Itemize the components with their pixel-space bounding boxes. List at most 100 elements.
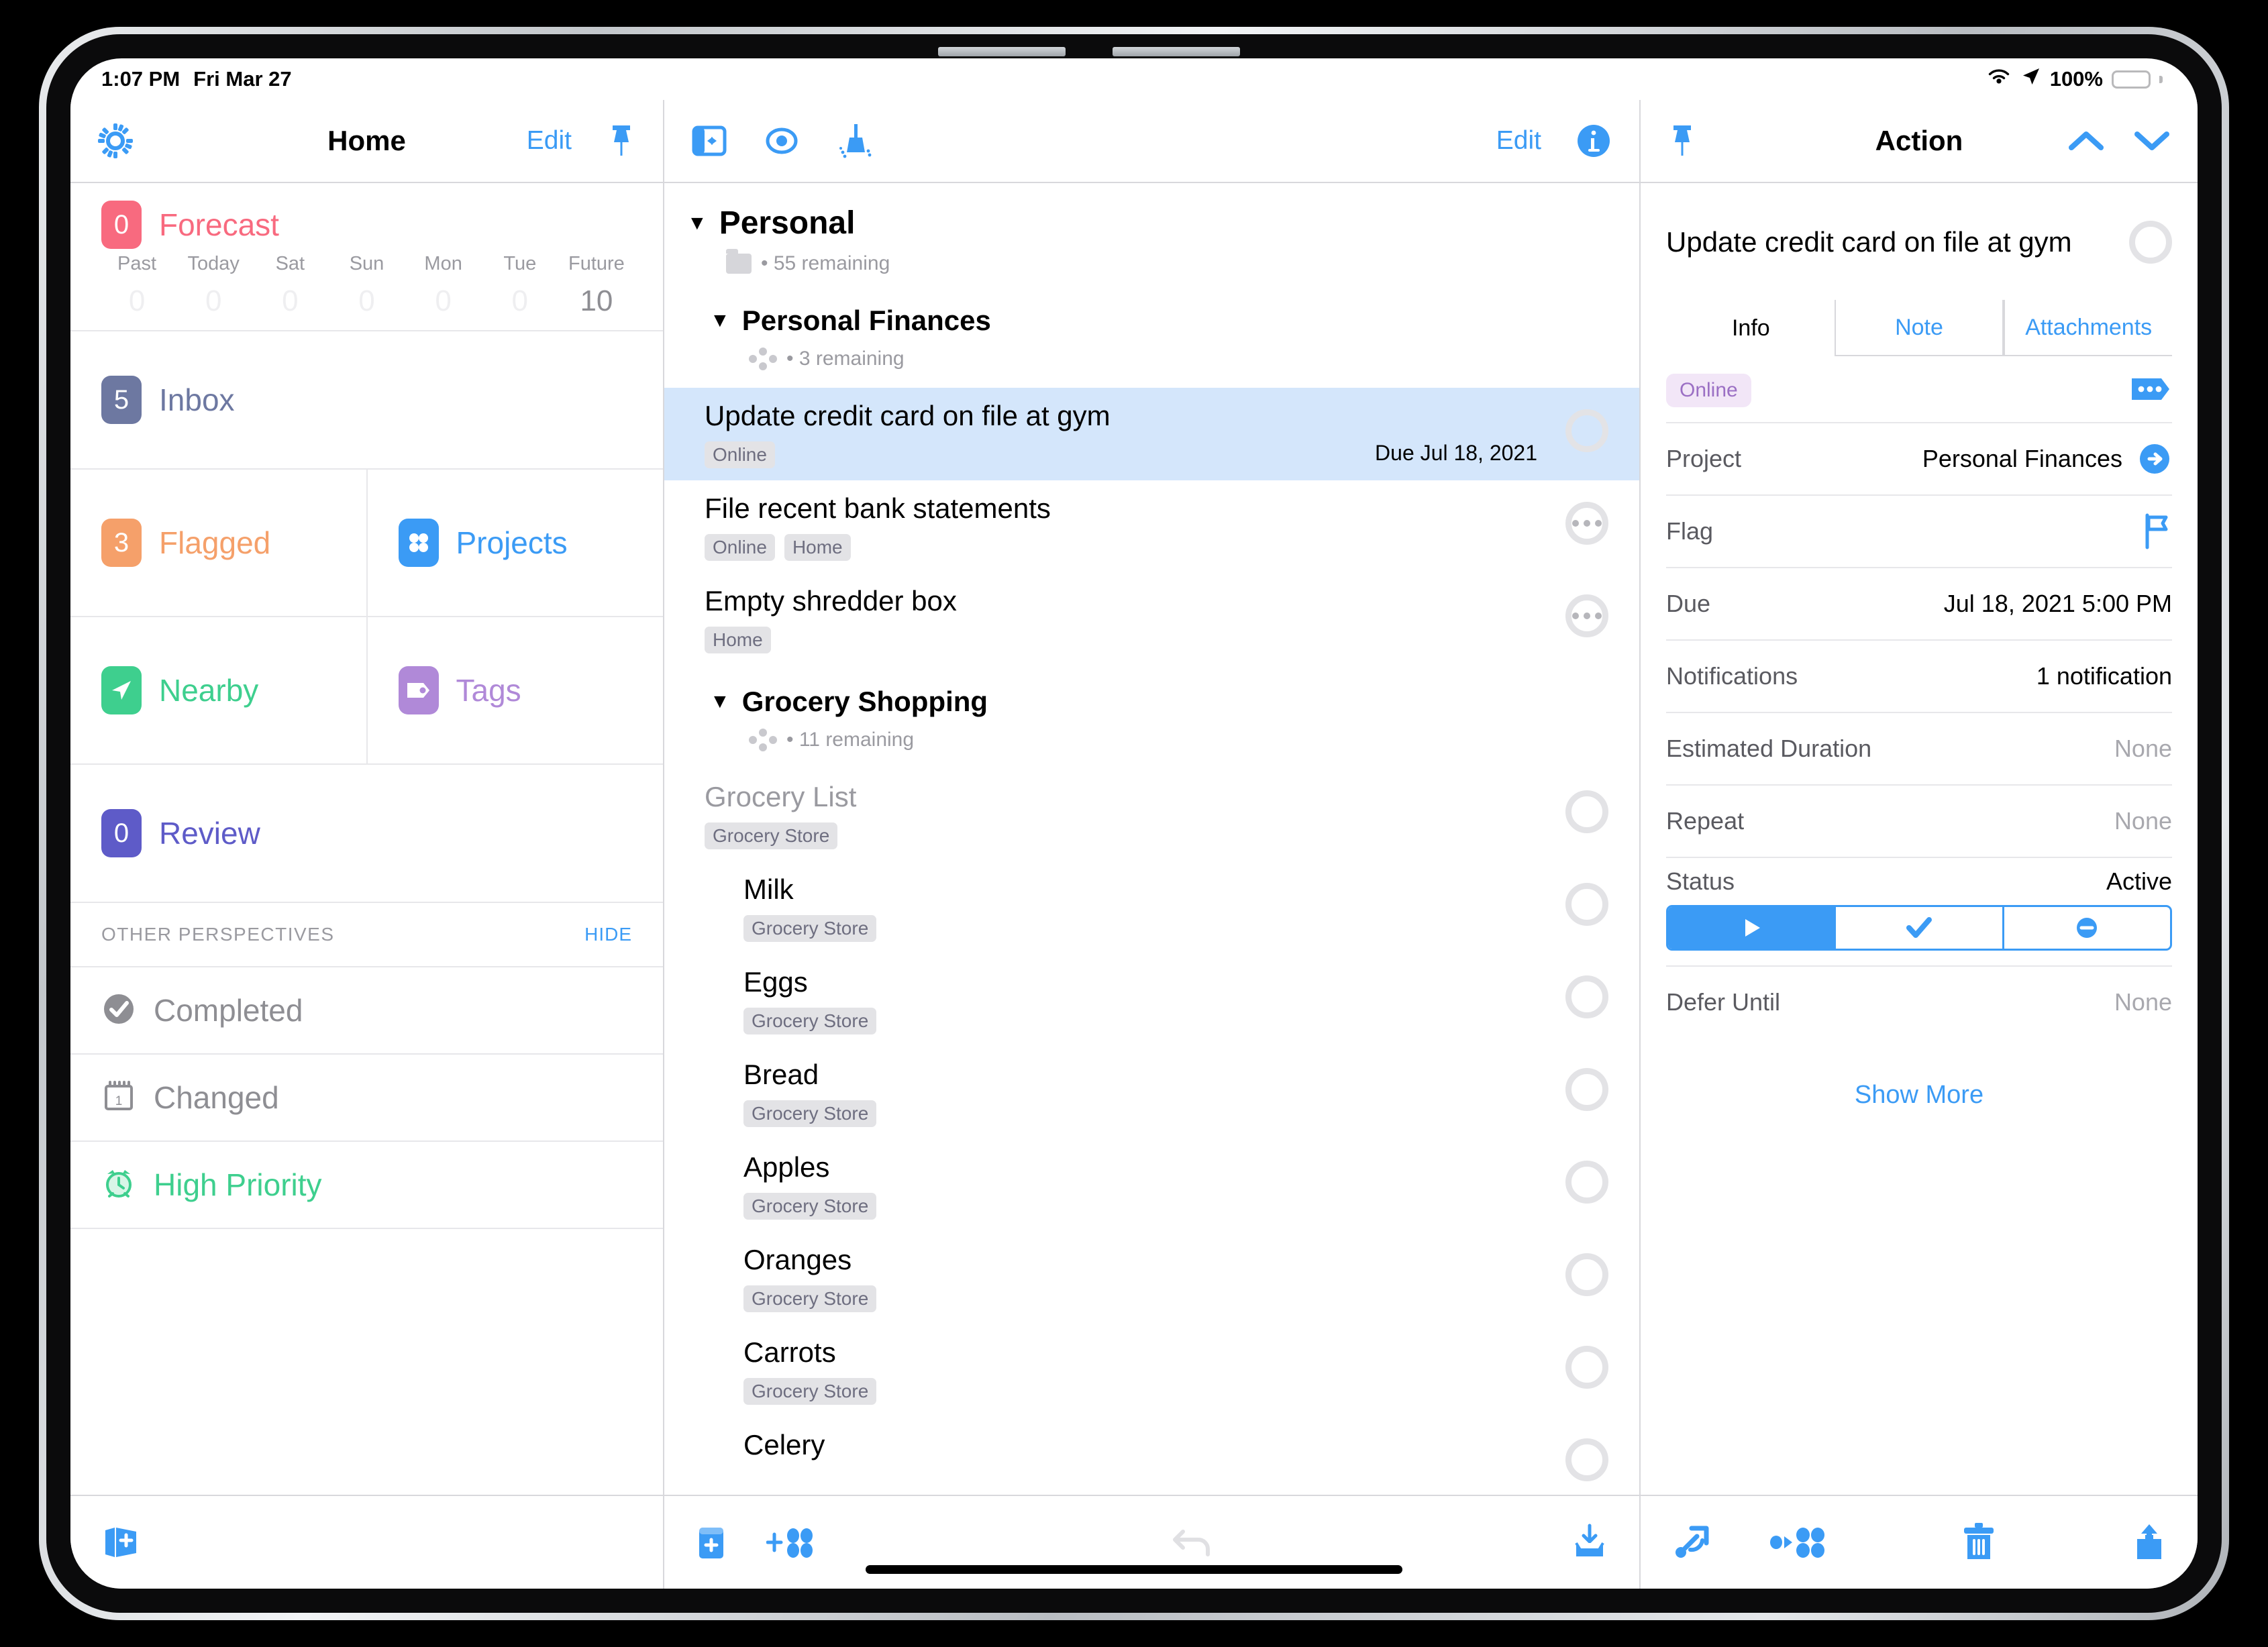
- arrow-right-circle-icon[interactable]: [2137, 441, 2172, 476]
- tag-chip: Grocery Store: [705, 822, 838, 849]
- forecast-day[interactable]: Mon 0: [405, 253, 482, 318]
- sidebar-item-forecast[interactable]: 0 Forecast: [70, 183, 663, 253]
- home-indicator[interactable]: [866, 1565, 1402, 1574]
- empty-circle-icon[interactable]: [1565, 1068, 1608, 1111]
- empty-circle-icon[interactable]: [1565, 1438, 1608, 1481]
- new-action-icon[interactable]: [766, 1524, 816, 1561]
- group-header-grocery-shopping[interactable]: ▼ Grocery Shopping: [664, 666, 1639, 721]
- empty-circle-icon[interactable]: [2129, 221, 2172, 264]
- group-header-personal-finances[interactable]: ▼ Personal Finances: [664, 293, 1639, 339]
- sidebar-item-nearby[interactable]: Nearby: [70, 617, 368, 763]
- disclosure-triangle-icon[interactable]: ▼: [710, 692, 730, 712]
- project-dots-icon: [749, 348, 777, 370]
- tag-icon: [398, 666, 439, 714]
- inspector-row-project[interactable]: Project Personal Finances: [1666, 422, 2172, 494]
- info-circle-icon[interactable]: [1575, 122, 1612, 160]
- sidebar-item-changed[interactable]: 1 Changed: [70, 1055, 663, 1142]
- volume-down-button[interactable]: [1113, 47, 1240, 56]
- table-row[interactable]: Bread Grocery Store: [664, 1047, 1639, 1139]
- inspector-row-defer-until[interactable]: Defer Until None: [1666, 965, 2172, 1038]
- eye-icon[interactable]: [762, 125, 801, 157]
- forecast-day[interactable]: Future 10: [558, 253, 635, 318]
- sidebar-scroll-area[interactable]: 0 Forecast Past 0 Today 0 Sat 0 Sun 0 Mon 0 T…: [70, 183, 663, 1495]
- table-row[interactable]: Empty shredder box Home: [664, 573, 1639, 666]
- more-circle-icon[interactable]: [1565, 502, 1608, 545]
- share-icon[interactable]: [2132, 1522, 2167, 1563]
- inspector-row-notifications[interactable]: Notifications 1 notification: [1666, 639, 2172, 712]
- sidebar-toggle-icon[interactable]: [691, 125, 727, 157]
- tag-chip[interactable]: Online: [1666, 374, 1751, 407]
- table-row[interactable]: Oranges Grocery Store: [664, 1232, 1639, 1324]
- sidebar-item-projects[interactable]: Projects: [368, 470, 664, 616]
- sidebar-edit-button[interactable]: Edit: [527, 126, 572, 156]
- task-content: Milk Grocery Store: [743, 873, 1565, 942]
- chevron-up-icon[interactable]: [2067, 127, 2105, 154]
- group-meta-personal-finances: • 3 remaining: [664, 339, 1639, 388]
- table-row[interactable]: File recent bank statements Online Home: [664, 480, 1639, 573]
- sidebar-grid-row-2: Nearby Tags: [70, 617, 663, 765]
- sidebar-item-review[interactable]: 0 Review: [70, 765, 663, 903]
- table-row[interactable]: Celery: [664, 1417, 1639, 1493]
- show-more-button[interactable]: Show More: [1666, 1038, 2172, 1110]
- new-project-icon[interactable]: [695, 1524, 727, 1561]
- empty-circle-icon[interactable]: [1565, 1161, 1608, 1204]
- more-circle-icon[interactable]: [1565, 594, 1608, 637]
- volume-up-button[interactable]: [938, 47, 1066, 56]
- sidebar-item-high-priority[interactable]: High Priority: [70, 1142, 663, 1229]
- group-header-personal[interactable]: ▼ Personal: [664, 193, 1639, 244]
- forecast-day[interactable]: Sun 0: [328, 253, 405, 318]
- tag-more-icon[interactable]: [2129, 376, 2172, 406]
- table-row[interactable]: Grocery List Grocery Store: [664, 769, 1639, 861]
- inspector-row-estimated-duration[interactable]: Estimated Duration None: [1666, 712, 2172, 784]
- sidebar-item-flagged[interactable]: 3 Flagged: [70, 470, 368, 616]
- empty-circle-icon[interactable]: [1565, 883, 1608, 926]
- table-row[interactable]: Eggs Grocery Store: [664, 954, 1639, 1047]
- forecast-day[interactable]: Today 0: [175, 253, 252, 318]
- forecast-day[interactable]: Tue 0: [482, 253, 558, 318]
- forecast-day[interactable]: Sat 0: [252, 253, 328, 318]
- table-row[interactable]: Apples Grocery Store: [664, 1139, 1639, 1232]
- empty-circle-icon[interactable]: [1565, 409, 1608, 452]
- convert-to-project-icon[interactable]: [1768, 1524, 1826, 1561]
- group-title: Personal: [719, 205, 856, 241]
- table-row[interactable]: Carrots Grocery Store: [664, 1324, 1639, 1417]
- tab-attachments[interactable]: Attachments: [2004, 300, 2173, 356]
- broom-icon[interactable]: [836, 121, 875, 160]
- disclosure-triangle-icon[interactable]: ▼: [687, 213, 707, 233]
- forecast-day[interactable]: Past 0: [99, 253, 175, 318]
- move-action-icon[interactable]: [1671, 1523, 1713, 1562]
- pin-icon[interactable]: [1667, 123, 1697, 158]
- flag-icon[interactable]: [2141, 513, 2172, 550]
- status-segment-completed[interactable]: [1834, 907, 2002, 949]
- empty-circle-icon[interactable]: [1565, 790, 1608, 833]
- forecast-day-count: 0: [128, 284, 146, 317]
- sidebar-item-tags[interactable]: Tags: [368, 617, 664, 763]
- hide-button[interactable]: HIDE: [584, 924, 632, 945]
- task-list-scroll-area[interactable]: ▼ Personal • 55 remaining ▼ Personal Fin…: [664, 183, 1639, 1495]
- add-to-inbox-icon[interactable]: [1571, 1523, 1608, 1562]
- sidebar-item-inbox[interactable]: 5 Inbox: [70, 331, 663, 470]
- tab-info[interactable]: Info: [1666, 300, 1835, 356]
- chevron-down-icon[interactable]: [2133, 127, 2171, 154]
- inspector-row-due[interactable]: Due Jul 18, 2021 5:00 PM: [1666, 567, 2172, 639]
- add-perspective-icon[interactable]: [101, 1525, 142, 1560]
- status-segment-active[interactable]: [1668, 907, 1835, 949]
- status-segment-dropped[interactable]: [2002, 907, 2170, 949]
- table-row[interactable]: Update credit card on file at gym Online…: [664, 388, 1639, 480]
- tags-label: Tags: [456, 673, 521, 708]
- list-edit-button[interactable]: Edit: [1496, 126, 1541, 156]
- disclosure-triangle-icon[interactable]: ▼: [710, 311, 730, 331]
- pin-icon[interactable]: [607, 123, 636, 158]
- inspector-row-flag[interactable]: Flag: [1666, 494, 2172, 567]
- sidebar-item-completed[interactable]: Completed: [70, 967, 663, 1055]
- empty-circle-icon[interactable]: [1565, 1346, 1608, 1389]
- tab-note[interactable]: Note: [1834, 300, 2004, 356]
- gear-icon[interactable]: [97, 123, 134, 159]
- undo-icon[interactable]: [1170, 1522, 1218, 1562]
- trash-icon[interactable]: [1960, 1522, 1998, 1563]
- inspector-scroll-area[interactable]: Update credit card on file at gym Info N…: [1641, 183, 2198, 1495]
- empty-circle-icon[interactable]: [1565, 1253, 1608, 1296]
- table-row[interactable]: Milk Grocery Store: [664, 861, 1639, 954]
- inspector-row-repeat[interactable]: Repeat None: [1666, 784, 2172, 857]
- empty-circle-icon[interactable]: [1565, 975, 1608, 1018]
